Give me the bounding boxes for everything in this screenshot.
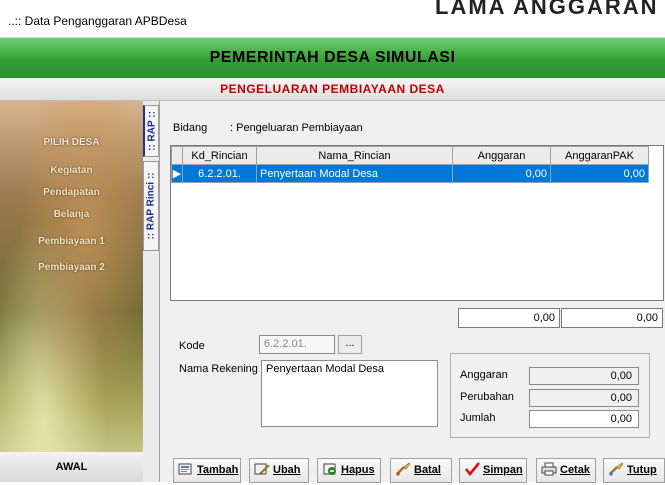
total-anggaran-pak: 0,00 — [561, 308, 663, 328]
jumlah-value: 0,00 — [529, 410, 639, 428]
jumlah-label: Jumlah — [460, 412, 496, 424]
sidebar-item-pembiayaan-2[interactable]: Pembiayaan 2 — [0, 262, 143, 273]
batal-button[interactable]: Batal — [390, 458, 452, 483]
nama-rekening-label: Nama Rekening — [179, 363, 258, 375]
ubah-button[interactable]: Ubah — [249, 458, 309, 483]
header-banner: PEMERINTAH DESA SIMULASI — [0, 38, 665, 78]
nama-rekening-field[interactable]: Penyertaan Modal Desa — [261, 360, 438, 427]
edit-icon — [254, 462, 270, 476]
background-heading-text: LAMA ANGGARAN — [435, 0, 659, 19]
tambah-button[interactable]: Tambah — [173, 458, 241, 483]
sidebar-item-kegiatan[interactable]: Kegiatan — [0, 165, 143, 176]
main-content: Bidang : Pengeluaran Pembiayaan Kd_Rinci… — [160, 101, 665, 483]
action-toolbar: Tambah Ubah Hapus Batal Simpan Cetak Tut… — [170, 458, 665, 483]
cell-anggaran-pak[interactable]: 0,00 — [550, 164, 649, 183]
organization-title: PEMERINTAH DESA SIMULASI — [209, 49, 456, 66]
window-title-bar: ..:: Data Penganggaran APBDesa LAMA ANGG… — [0, 0, 665, 38]
tab-rap-rinci[interactable]: :: RAP Rinci :: — [143, 161, 159, 251]
cell-anggaran[interactable]: 0,00 — [452, 164, 551, 183]
total-anggaran: 0,00 — [458, 308, 560, 328]
tambah-label: Tambah — [197, 464, 239, 476]
anggaran-label: Anggaran — [460, 369, 508, 381]
checkmark-icon — [464, 462, 481, 477]
tab-rap[interactable]: :: RAP :: — [143, 105, 159, 157]
simpan-button[interactable]: Simpan — [459, 458, 527, 483]
anggaran-value: 0,00 — [529, 367, 639, 385]
kode-label: Kode — [179, 340, 205, 352]
anggaran-summary-box: Anggaran 0,00 Perubahan 0,00 Jumlah 0,00 — [450, 353, 650, 438]
row-indicator-icon: ▶ — [171, 164, 183, 183]
printer-icon — [541, 462, 557, 476]
perubahan-label: Perubahan — [460, 391, 514, 403]
cetak-label: Cetak — [560, 464, 590, 476]
column-header-nama-rincian[interactable]: Nama_Rincian — [256, 146, 453, 165]
close-brush-icon — [608, 462, 624, 476]
cell-kd-rincian[interactable]: 6.2.2.01. — [182, 164, 257, 183]
tab-rap-rinci-label: :: RAP Rinci :: — [145, 172, 157, 240]
column-header-kd-rincian[interactable]: Kd_Rincian — [182, 146, 257, 165]
grid-header-row: Kd_Rincian Nama_Rincian Anggaran Anggara… — [171, 146, 649, 165]
cell-nama-rincian[interactable]: Penyertaan Modal Desa — [256, 164, 453, 183]
rincian-grid[interactable]: Kd_Rincian Nama_Rincian Anggaran Anggara… — [170, 145, 664, 301]
sidebar: PILIH DESA Kegiatan Pendapatan Belanja P… — [0, 101, 143, 482]
sidebar-item-belanja[interactable]: Belanja — [0, 209, 143, 220]
vertical-tab-strip: :: RAP :: :: RAP Rinci :: — [143, 101, 160, 482]
hapus-label: Hapus — [341, 464, 375, 476]
simpan-label: Simpan — [483, 464, 523, 476]
tutup-button[interactable]: Tutup — [603, 458, 665, 483]
sidebar-item-pembiayaan-1[interactable]: Pembiayaan 1 — [0, 236, 143, 247]
awal-button[interactable]: AWAL — [0, 452, 143, 482]
column-header-anggaran[interactable]: Anggaran — [452, 146, 551, 165]
sidebar-item-pendapatan[interactable]: Pendapatan — [0, 187, 143, 198]
column-header-anggaran-pak[interactable]: AnggaranPAK — [550, 146, 649, 165]
section-banner: PENGELUARAN PEMBIAYAAN DESA — [0, 78, 665, 101]
grid-indicator-header — [171, 146, 183, 165]
window-title: ..:: Data Penganggaran APBDesa — [8, 14, 187, 28]
tab-rap-label: :: RAP :: — [146, 111, 157, 151]
bidang-value: : Pengeluaran Pembiayaan — [230, 122, 363, 134]
sidebar-heading[interactable]: PILIH DESA — [0, 137, 143, 148]
delete-icon — [322, 462, 338, 476]
kode-field[interactable]: 6.2.2.01. — [259, 335, 335, 354]
undo-brush-icon — [395, 462, 411, 476]
batal-label: Batal — [414, 464, 441, 476]
table-row[interactable]: ▶ 6.2.2.01. Penyertaan Modal Desa 0,00 0… — [171, 164, 649, 183]
section-title: PENGELUARAN PEMBIAYAAN DESA — [220, 82, 445, 96]
tutup-label: Tutup — [627, 464, 657, 476]
ubah-label: Ubah — [273, 464, 301, 476]
perubahan-value: 0,00 — [529, 389, 639, 407]
cetak-button[interactable]: Cetak — [536, 458, 596, 483]
hapus-button[interactable]: Hapus — [317, 458, 381, 483]
bidang-label: Bidang — [173, 122, 208, 134]
kode-browse-button[interactable]: ... — [338, 335, 362, 354]
add-icon — [178, 462, 194, 476]
